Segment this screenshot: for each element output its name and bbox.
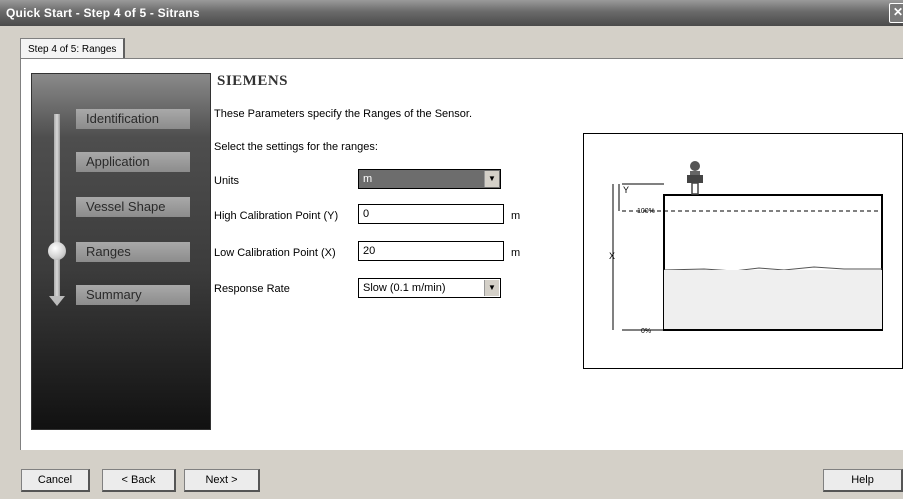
nav-arrow-icon [49, 296, 65, 306]
y-label: Y [623, 185, 629, 195]
wizard-nav: Identification Application Vessel Shape … [31, 73, 211, 430]
nav-item-summary: Summary [76, 285, 190, 305]
low-cal-unit: m [511, 247, 521, 259]
units-value: m [363, 173, 373, 185]
response-rate-value: Slow (0.1 m/min) [363, 282, 446, 294]
low-cal-label: Low Calibration Point (X) [214, 247, 336, 259]
vessel-diagram: Y X 100% 0% [583, 133, 903, 369]
nav-track [54, 114, 60, 299]
x-label: X [609, 251, 615, 261]
response-rate-label: Response Rate [214, 283, 290, 295]
low-cal-input[interactable]: 20 [358, 241, 504, 261]
close-icon[interactable]: ✕ [889, 3, 903, 23]
window-title: Quick Start - Step 4 of 5 - Sitrans [6, 6, 200, 20]
help-button[interactable]: Help [823, 469, 903, 492]
tab-ranges[interactable]: Step 4 of 5: Ranges [20, 38, 126, 60]
current-step-indicator-icon [48, 242, 66, 260]
nav-item-identification: Identification [76, 109, 190, 129]
material-fill [664, 270, 882, 329]
sensor-icon [687, 161, 703, 195]
high-cal-unit: m [511, 210, 521, 222]
prompt-text: Select the settings for the ranges: [214, 141, 378, 153]
top-percent-label: 100% [637, 208, 655, 215]
high-cal-label: High Calibration Point (Y) [214, 210, 339, 222]
nav-item-application: Application [76, 152, 190, 172]
back-button[interactable]: < Back [102, 469, 176, 492]
units-label: Units [214, 175, 240, 187]
next-button[interactable]: Next > [184, 469, 260, 492]
vessel-diagram-svg: Y X 100% 0% [609, 161, 883, 335]
cancel-button[interactable]: Cancel [21, 469, 90, 492]
siemens-logo: SIEMENS [217, 73, 289, 89]
nav-item-ranges: Ranges [76, 242, 190, 262]
response-rate-select[interactable]: Slow (0.1 m/min) ▼ [358, 278, 501, 298]
chevron-down-icon[interactable]: ▼ [484, 280, 499, 296]
nav-item-vessel-shape: Vessel Shape [76, 197, 190, 217]
high-cal-input[interactable]: 0 [358, 204, 504, 224]
title-bar: Quick Start - Step 4 of 5 - Sitrans ✕ [0, 0, 903, 26]
intro-text: These Parameters specify the Ranges of t… [214, 108, 473, 120]
chevron-down-icon[interactable]: ▼ [484, 171, 499, 187]
bottom-percent-label: 0% [641, 328, 651, 335]
units-select[interactable]: m ▼ [358, 169, 501, 189]
